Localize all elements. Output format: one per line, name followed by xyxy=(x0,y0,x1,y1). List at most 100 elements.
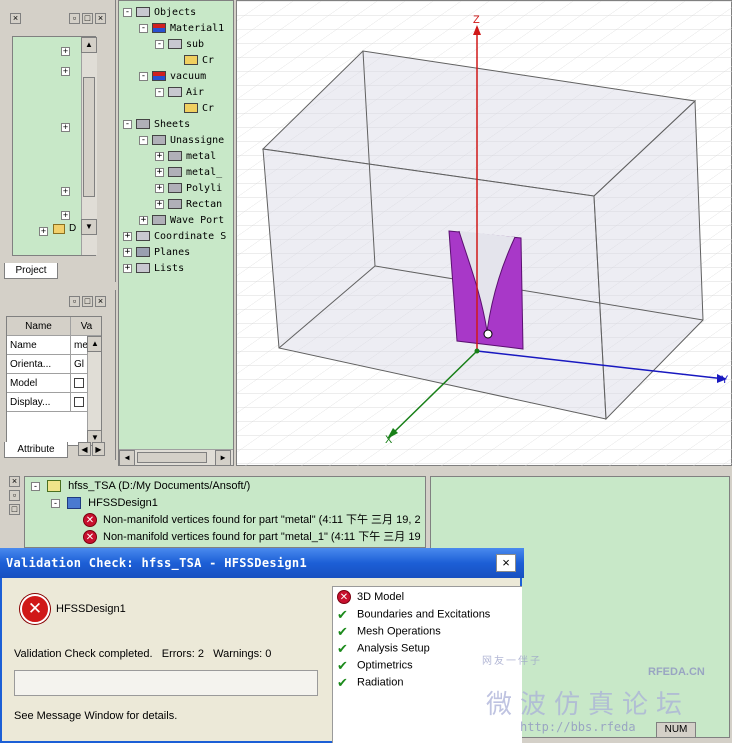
expand-icon[interactable]: + xyxy=(39,226,48,236)
tree-item[interactable]: + metal_ xyxy=(155,165,222,181)
pin-icon[interactable]: ▫ xyxy=(69,13,80,24)
tree-item-label: Cr xyxy=(202,55,215,66)
watermark-big: 微波仿真论坛 xyxy=(486,690,691,720)
collapse-icon[interactable]: - xyxy=(51,498,60,508)
close-panel-icon[interactable]: × xyxy=(95,296,106,307)
check-label: 3D Model xyxy=(357,591,405,603)
solid-icon xyxy=(168,87,182,97)
check-label: Mesh Operations xyxy=(357,625,441,638)
tree-item-label: Planes xyxy=(154,247,191,258)
tree-item[interactable]: - vacuum xyxy=(139,69,206,85)
check-label: Optimetrics xyxy=(357,659,413,672)
tree-item[interactable]: + metal xyxy=(155,149,216,165)
error-message-row[interactable]: ✕ Non-manifold vertices found for part "m… xyxy=(83,529,421,546)
tab-scroll-left-icon[interactable]: ◀ xyxy=(78,442,91,456)
column-header-name[interactable]: Name xyxy=(7,317,71,336)
antenna-part[interactable] xyxy=(448,230,524,350)
scroll-down-icon[interactable]: ▼ xyxy=(81,219,97,235)
close-icon[interactable]: × xyxy=(10,13,21,24)
close-icon[interactable]: × xyxy=(9,476,20,487)
pin-icon[interactable]: ▫ xyxy=(9,490,20,501)
collapse-icon[interactable]: - xyxy=(155,87,164,97)
collapse-icon[interactable]: - xyxy=(139,71,148,81)
tree-item[interactable]: + Planes xyxy=(123,245,190,261)
properties-scrollbar[interactable]: ▲ ▼ xyxy=(87,336,101,445)
object-icon xyxy=(136,7,150,17)
expand-icon[interactable]: + xyxy=(123,231,132,241)
collapse-icon[interactable]: - xyxy=(123,7,132,17)
design-message-row[interactable]: - HFSSDesign1 xyxy=(51,495,158,512)
project-scrollbar[interactable]: ▲ ▼ xyxy=(81,37,97,255)
dialog-title: Validation Check: hfss_TSA - HFSSDesign1 xyxy=(6,556,307,570)
expand-icon[interactable]: + xyxy=(61,46,70,56)
tree-item[interactable]: + Lists xyxy=(123,261,184,277)
tree-item-label: metal xyxy=(186,151,217,162)
restore-icon[interactable]: □ xyxy=(82,13,93,24)
sheet-icon xyxy=(168,183,182,193)
tree-item-label: Cr xyxy=(202,103,215,114)
tree-item[interactable]: - Material1 xyxy=(139,21,224,37)
expand-icon[interactable]: + xyxy=(61,122,70,132)
tree-item[interactable]: - Unassigne xyxy=(139,133,224,149)
project-message-row[interactable]: - hfss_TSA (D:/My Documents/Ansoft/) xyxy=(31,478,250,495)
scroll-left-icon[interactable]: ◀ xyxy=(119,450,135,466)
tree-item[interactable]: - Objects xyxy=(123,5,196,21)
tree-item[interactable]: - Sheets xyxy=(123,117,190,133)
status-num: NUM xyxy=(656,722,696,738)
column-header-value[interactable]: Va xyxy=(71,317,101,336)
tree-item-label: Lists xyxy=(154,263,185,274)
x-axis-label: X xyxy=(385,434,393,446)
expand-icon[interactable]: + xyxy=(155,167,164,177)
checkmark-icon: ✔ xyxy=(337,658,348,673)
collapse-icon[interactable]: - xyxy=(155,39,164,49)
error-message-row[interactable]: ✕ Non-manifold vertices found for part "m… xyxy=(83,512,421,529)
expand-icon[interactable]: + xyxy=(155,183,164,193)
restore-icon[interactable]: □ xyxy=(82,296,93,307)
design-error-icon: ✕ xyxy=(20,594,50,624)
dialog-title-bar[interactable]: Validation Check: hfss_TSA - HFSSDesign1… xyxy=(0,548,524,578)
collapse-icon[interactable]: - xyxy=(139,23,148,33)
expand-icon[interactable]: + xyxy=(155,199,164,209)
scroll-up-icon[interactable]: ▲ xyxy=(87,336,101,352)
dialog-close-button[interactable]: × xyxy=(496,554,516,572)
scroll-up-icon[interactable]: ▲ xyxy=(81,37,97,53)
expand-icon[interactable]: + xyxy=(61,186,70,196)
tree-item[interactable]: - sub xyxy=(155,37,204,53)
tree-item-label: Polyli xyxy=(186,183,223,194)
expand-icon[interactable]: + xyxy=(123,247,132,257)
collapse-icon[interactable]: - xyxy=(31,481,40,491)
validation-status: Validation Check completed. Errors: 2 Wa… xyxy=(14,648,272,660)
sheet-icon xyxy=(168,167,182,177)
tree-item[interactable]: + Coordinate S xyxy=(123,229,226,245)
check-item: ✔ Boundaries and Excitations xyxy=(337,606,490,623)
expand-icon[interactable]: + xyxy=(139,215,148,225)
tree-item[interactable]: + Wave Port xyxy=(139,213,224,229)
tab-scroll-right-icon[interactable]: ▶ xyxy=(92,442,105,456)
create-icon xyxy=(184,103,198,113)
collapse-icon[interactable]: - xyxy=(139,135,148,145)
tree-item[interactable]: + Rectan xyxy=(155,197,222,213)
pin-icon[interactable]: ▫ xyxy=(69,296,80,307)
expand-icon[interactable]: + xyxy=(61,66,70,76)
tree-item[interactable]: + Polyli xyxy=(155,181,222,197)
modeler-viewport[interactable]: Z Y X xyxy=(236,0,732,467)
collapse-icon[interactable]: - xyxy=(123,119,132,129)
tree-h-scrollbar[interactable]: ◀ ▶ xyxy=(119,449,233,466)
tree-item[interactable]: Cr xyxy=(171,53,214,69)
close-panel-icon[interactable]: × xyxy=(95,13,106,24)
message-list[interactable]: - hfss_TSA (D:/My Documents/Ansoft/) - H… xyxy=(24,476,426,548)
property-name: Orienta... xyxy=(7,355,71,374)
tab-project[interactable]: Project xyxy=(4,263,58,279)
project-tree[interactable]: + + + + + + D ▲ ▼ xyxy=(12,36,97,256)
viewport-graphics[interactable]: Z Y X xyxy=(237,1,732,467)
tree-item[interactable]: Cr xyxy=(171,101,214,117)
expand-icon[interactable]: + xyxy=(123,263,132,273)
scroll-right-icon[interactable]: ▶ xyxy=(215,450,231,466)
tree-item[interactable]: - Air xyxy=(155,85,204,101)
sheet-icon xyxy=(168,199,182,209)
tab-attribute[interactable]: Attribute xyxy=(4,442,68,458)
tree-item-label: metal_ xyxy=(186,167,223,178)
expand-icon[interactable]: + xyxy=(155,151,164,161)
expand-icon[interactable]: + xyxy=(61,210,70,220)
restore-icon[interactable]: □ xyxy=(9,504,20,515)
